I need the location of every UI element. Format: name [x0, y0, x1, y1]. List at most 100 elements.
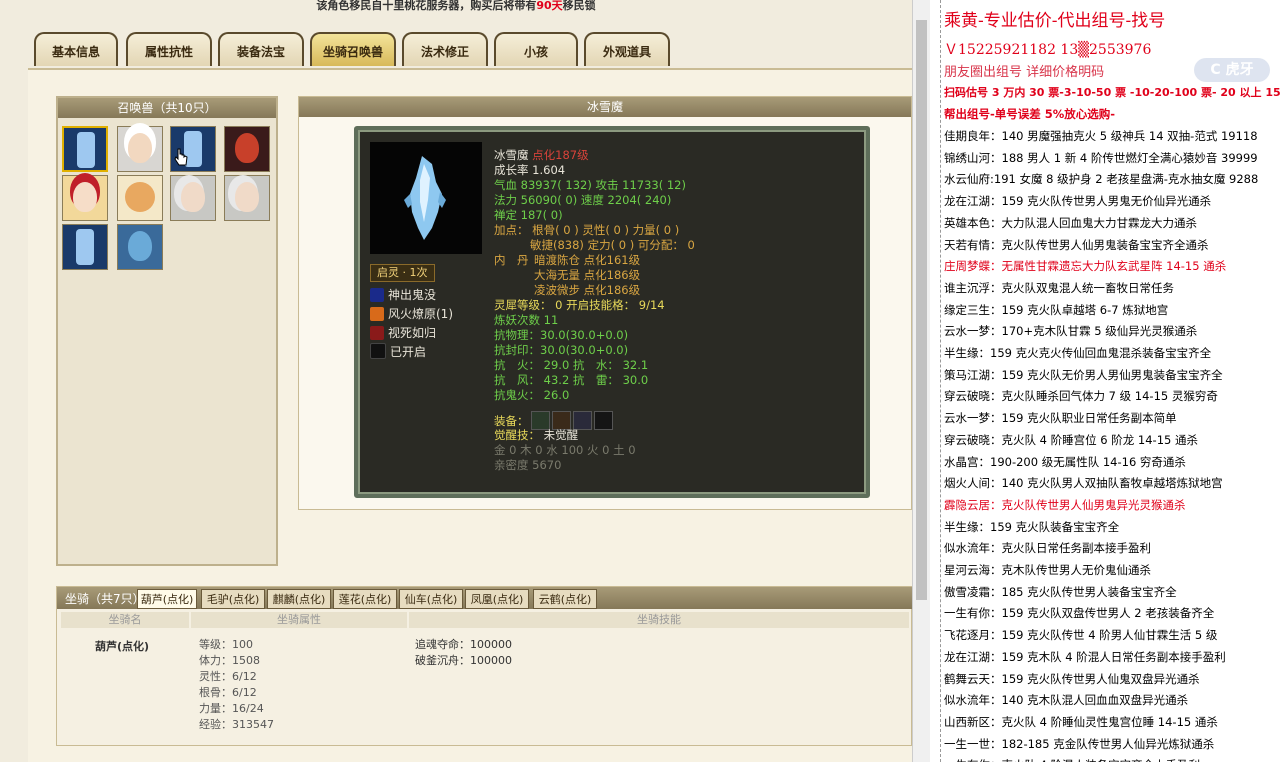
tab-children[interactable]: 小孩 — [494, 32, 578, 66]
account-line: 一生有你：克火队 4 阶混人装备宝宝齐全上手盈利 — [944, 757, 1200, 762]
tab-spell-mods[interactable]: 法术修正 — [402, 32, 488, 66]
skill-name: 已开启 — [390, 345, 427, 359]
account-line: 缘定三生：159 克火队卓越塔 6-7 炼狱地宫 — [944, 302, 1169, 317]
mount-title: 坐骑（共7只） — [65, 592, 145, 606]
qiling-badge: 启灵 · 1次 — [370, 264, 435, 282]
mount-tab[interactable]: 仙车(点化) — [399, 589, 463, 609]
account-line: 傲雪凌霜：185 克火队传世男人装备宝宝齐全 — [944, 584, 1177, 599]
account-line: 穿云破晓：克火队睡杀回气体力 7 级 14-15 灵猴穷奇 — [944, 389, 1218, 404]
account-line: 龙在江湖：159 克木队 4 阶混人日常任务副本接手盈利 — [944, 649, 1226, 664]
tab-equipment[interactable]: 装备法宝 — [218, 32, 304, 66]
pet-skill[interactable]: 视死如归 — [370, 324, 436, 342]
doc-contact: Ｖ15225921182 13▒2553976 — [944, 42, 1152, 58]
equip-slot[interactable] — [593, 411, 613, 430]
skill-icon — [370, 307, 384, 321]
account-line: 半生缘：159 克火克火传仙回血鬼混杀装备宝宝齐全 — [944, 346, 1212, 360]
atk-label: 攻击 — [595, 178, 619, 192]
mp-label: 法力 — [494, 193, 517, 207]
notice-text: 该角色移民自十里桃花服务器，购买后将带有 — [316, 0, 537, 12]
account-line: 水晶宫：190-200 级无属性队 14-16 穷奇通杀 — [944, 454, 1186, 469]
account-line: 英雄本色：大力队混人回血鬼大力甘霖龙大力通杀 — [944, 215, 1197, 230]
watermark-logo: C 虎牙 — [1194, 58, 1270, 82]
mount-attr: 经验：313547 — [199, 718, 274, 731]
pet-skill[interactable]: 已开启 — [370, 343, 426, 361]
mount-tab[interactable]: 葫芦(点化) — [137, 589, 197, 609]
spd-value: 2204( 240) — [607, 193, 672, 207]
mount-skill: 追魂夺命：100000 — [415, 638, 512, 651]
mount-tab[interactable]: 毛驴(点化) — [201, 589, 265, 609]
doc-help: 帮出组号-单号误差 5%放心选购- — [944, 107, 1116, 121]
vertical-scrollbar[interactable] — [912, 0, 931, 762]
account-line: 一生一世：182-185 克金队传世男人仙异光炼狱通杀 — [944, 736, 1215, 751]
mount-name: 葫芦(点化) — [95, 640, 150, 653]
account-line: 庄周梦蝶：无属性甘霖遗忘大力队玄武星阵 14-15 通杀 — [944, 259, 1227, 274]
mount-section: 坐骑（共7只） 葫芦(点化) 毛驴(点化) 麒麟(点化) 莲花(点化) 仙车(点… — [56, 586, 912, 746]
doc-line: 朋友圈出组号 详细价格明码 — [944, 65, 1105, 80]
pet-slot[interactable] — [224, 175, 270, 221]
add-points: 加点： 根骨( 0 ) 灵性( 0 ) 力量( 0 ) — [494, 223, 680, 237]
account-line: 似水流年：克火队日常任务副本接手盈利 — [944, 541, 1151, 556]
tab-mounts-pets[interactable]: 坐骑召唤兽 — [310, 32, 396, 66]
mount-tab[interactable]: 云鹤(点化) — [533, 589, 597, 609]
pet-slot[interactable] — [117, 224, 163, 270]
tab-attributes[interactable]: 属性抗性 — [126, 32, 212, 66]
account-line: 云水一梦：170+克木队甘霖 5 级仙异光灵猴通杀 — [944, 324, 1198, 339]
res-wind-thunder: 抗 风： 43.2 抗 雷： 30.0 — [494, 373, 649, 387]
hand-cursor-icon — [174, 148, 188, 166]
scrollbar-thumb[interactable] — [916, 20, 927, 600]
pet-name: 冰雪魔 — [494, 148, 529, 162]
element-values: 金 0 木 0 水 100 火 0 土 0 — [494, 443, 636, 457]
mount-tab[interactable]: 凤凰(点化) — [465, 589, 529, 609]
tab-appearance[interactable]: 外观道具 — [584, 32, 670, 66]
pet-slot[interactable] — [224, 126, 270, 172]
pet-list-title: 召唤兽（共10只） — [58, 98, 276, 118]
equip-label: 装备： — [494, 414, 529, 428]
skill-name: 神出鬼没 — [388, 288, 437, 302]
hp-value: 83937( 132) — [520, 178, 592, 192]
neidan-label: 内 丹 — [494, 253, 529, 267]
ice-demon-image — [404, 156, 446, 240]
account-line: 鹤舞云天：159 克火队传世男人仙鬼双盘异光通杀 — [944, 671, 1200, 686]
account-line: 穿云破晓：克火队 4 阶睡宫位 6 阶龙 14-15 通杀 — [944, 432, 1198, 447]
zen-value: 禅定 187( 0) — [494, 208, 563, 222]
pet-slot[interactable] — [62, 126, 108, 172]
mount-attr: 体力：1508 — [199, 654, 260, 667]
account-line: 飞花逐月：159 克火队传世 4 阶男人仙甘霖生活 5 级 — [944, 628, 1218, 643]
mount-tab[interactable]: 麒麟(点化) — [267, 589, 331, 609]
res-seal: 抗封印：30.0(30.0+0.0) — [494, 343, 629, 357]
add-points-2: 敏捷(838) 定力( 0 ) 可分配： 0 — [530, 238, 695, 252]
account-line: 星河云海：克木队传世男人无价鬼仙通杀 — [944, 563, 1151, 577]
mount-attr: 力量：16/24 — [199, 702, 264, 715]
pet-portrait — [370, 142, 482, 254]
pet-detail-title: 冰雪魔 — [299, 97, 911, 117]
res-ghost-fire: 抗鬼火： 26.0 — [494, 388, 570, 402]
document-margin — [940, 0, 941, 762]
res-physical: 抗物理：30.0(30.0+0.0) — [494, 328, 629, 342]
awaken-label: 觉醒技： — [494, 428, 540, 442]
account-line: 霹隐云居：克火队传世男人仙男鬼异光灵猴通杀 — [944, 497, 1186, 512]
skill-icon — [370, 288, 384, 302]
account-line: 策马江湖：159 克火队无价男人男仙男鬼装备宝宝齐全 — [944, 367, 1223, 382]
pet-skill[interactable]: 风火燎原(1) — [370, 305, 453, 323]
pet-growth: 成长率 1.604 — [494, 163, 566, 177]
document-pane: 乘黄-专业估价-代出组号-找号 Ｖ15225921182 13▒2553976 … — [930, 0, 1280, 762]
pet-slot[interactable] — [170, 175, 216, 221]
pet-slot[interactable] — [117, 126, 163, 172]
mount-tab[interactable]: 莲花(点化) — [333, 589, 397, 609]
account-line: 锦绣山河：188 男人 1 新 4 阶传世燃灯全满心猿妙音 39999 — [944, 150, 1258, 165]
account-line: 云水一梦：159 克火队职业日常任务副本简单 — [944, 411, 1177, 426]
pet-slot[interactable] — [62, 175, 108, 221]
doc-title: 乘黄-专业估价-代出组号-找号 — [944, 11, 1166, 31]
account-line: 龙在江湖：159 克火队传世男人男鬼无价仙异光通杀 — [944, 194, 1212, 209]
account-line: 山西新区：克火队 4 阶睡仙灵性鬼宫位睡 14-15 通杀 — [944, 714, 1218, 729]
pet-slot[interactable] — [117, 175, 163, 221]
account-line: 半生缘：159 克火队装备宝宝齐全 — [944, 519, 1120, 534]
doc-price: 扫码估号 3 万内 30 票-3-10-50 票 -10-20-100 票- 2… — [944, 86, 1280, 99]
tab-basic-info[interactable]: 基本信息 — [34, 32, 118, 66]
pet-skill[interactable]: 神出鬼没 — [370, 286, 436, 304]
mount-attr: 等级：100 — [199, 638, 253, 651]
pet-slot[interactable] — [62, 224, 108, 270]
mount-attr: 灵性：6/12 — [199, 670, 257, 683]
hp-label: 气血 — [494, 178, 517, 192]
lingxi-level: 灵犀等级： 0 开启技能格： 9/14 — [494, 298, 665, 312]
